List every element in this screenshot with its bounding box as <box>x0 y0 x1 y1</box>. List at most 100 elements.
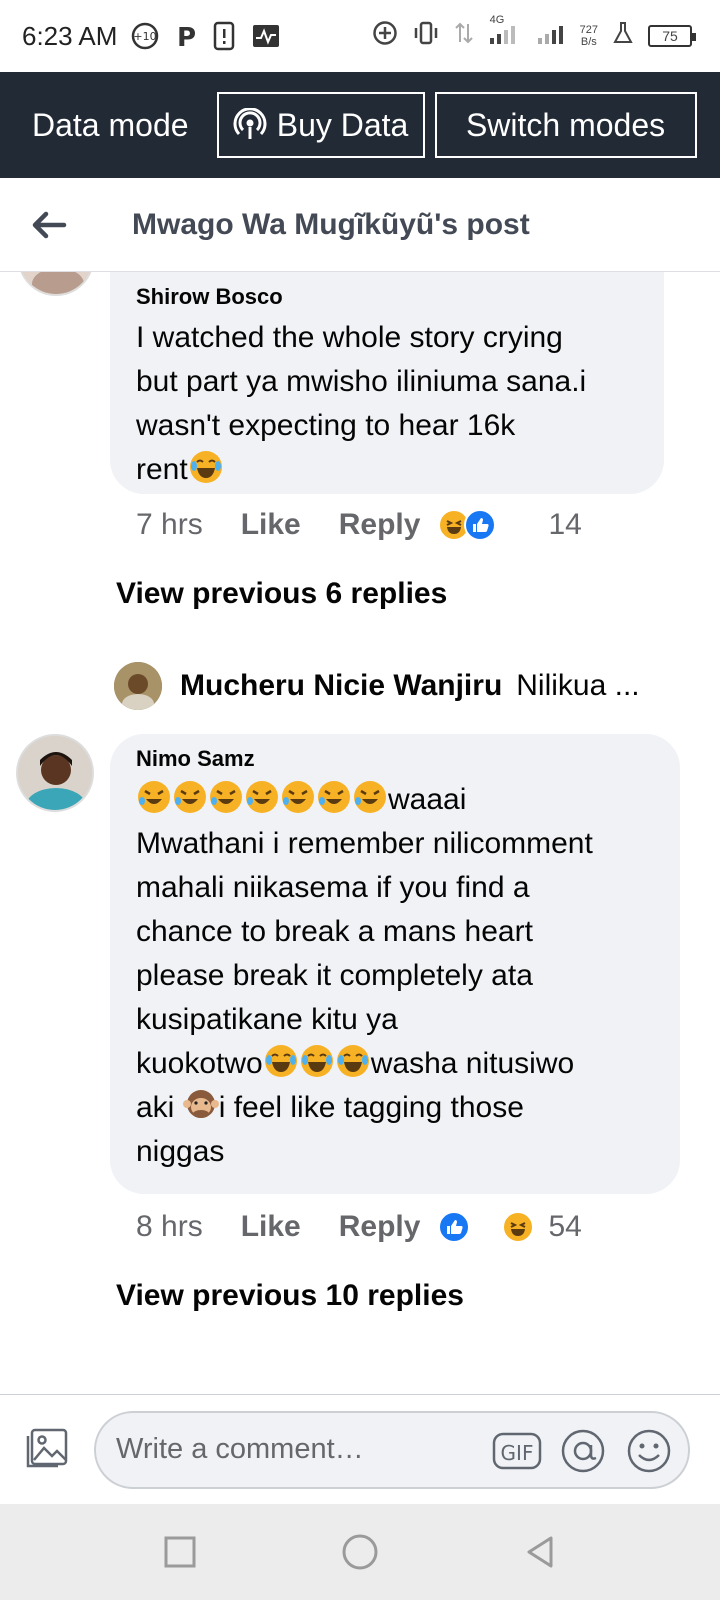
comment-bubble[interactable]: Nimo Samz waaai Mwathani i remember nilic… <box>110 734 680 1194</box>
comment-text: waaai Mwathani i remember nilicomment maha… <box>136 778 654 1174</box>
reply-preview[interactable]: Mucheru Nicie Wanjiru Nilikua ... <box>114 662 640 710</box>
comment-actions: 7 hrs Like Reply 14 <box>136 508 582 542</box>
phone-alert-icon <box>213 21 235 51</box>
comment-line: but part ya mwisho iliniuma sana.i <box>136 365 587 398</box>
rofl-emoji-icon <box>282 781 314 813</box>
comment-actions: 8 hrs Like Reply 54 <box>136 1210 582 1244</box>
buy-data-label: Buy Data <box>276 106 409 143</box>
network-speed: 727 B/s <box>580 24 598 48</box>
data-transfer-icon <box>454 20 474 53</box>
activity-icon <box>251 22 281 50</box>
plus-ten-icon: +10 <box>131 22 159 50</box>
home-button[interactable] <box>340 1532 380 1572</box>
joy-emoji-icon <box>300 1045 333 1077</box>
triangle-back-icon <box>527 1536 553 1568</box>
comment-composer: GIF <box>0 1394 720 1504</box>
system-nav-bar <box>0 1504 720 1600</box>
comment-line: chance to break a mans heart <box>136 915 533 948</box>
reply-button[interactable]: Reply <box>339 1210 421 1244</box>
comment-line: kusipatikane kitu ya <box>136 1003 398 1036</box>
emoji-picker-icon[interactable] <box>624 1426 674 1476</box>
rofl-emoji-icon <box>318 781 350 813</box>
rofl-emoji-icon <box>210 781 242 813</box>
broadcast-icon <box>233 108 267 139</box>
battery-indicator: 75 <box>648 25 696 47</box>
avatar[interactable] <box>16 734 94 812</box>
data-saver-icon <box>372 20 398 53</box>
like-button[interactable]: Like <box>241 1210 301 1244</box>
network-type: 4G <box>489 13 505 26</box>
view-previous-replies[interactable]: View previous 6 replies <box>116 577 447 611</box>
comment-line: I watched the whole story crying <box>136 321 563 354</box>
gif-icon[interactable]: GIF <box>492 1426 542 1476</box>
avatar[interactable] <box>114 662 162 710</box>
avatar[interactable] <box>18 272 94 296</box>
switch-modes-label: Switch modes <box>465 106 666 143</box>
svg-text:+10: +10 <box>134 30 157 43</box>
comment-time[interactable]: 7 hrs <box>136 508 203 542</box>
buy-data-button[interactable]: Buy Data <box>216 92 425 158</box>
commenter-name[interactable]: Shirow Bosco <box>136 284 638 310</box>
haha-reaction-icon <box>502 1211 535 1243</box>
data-mode-label: Data mode <box>32 106 189 143</box>
reply-snippet: Nilikua ... <box>516 669 640 702</box>
rofl-emoji-icon <box>246 781 278 813</box>
comment-text: I watched the whole story crying but part… <box>136 316 638 492</box>
comment-line: aki <box>136 1091 183 1124</box>
status-time: 6:23 AM <box>22 20 118 51</box>
comment-line: niggas <box>136 1135 225 1168</box>
switch-modes-button[interactable]: Switch modes <box>434 92 697 158</box>
mention-icon[interactable] <box>558 1426 608 1476</box>
comment-line: waaai <box>388 783 467 816</box>
like-reaction-icon <box>438 1211 471 1243</box>
reply-author-name[interactable]: Mucheru Nicie Wanjiru <box>180 669 502 703</box>
like-reaction-icon <box>464 509 497 541</box>
network-speed-value: 727 <box>579 24 598 36</box>
gif-label: GIF <box>501 1441 534 1465</box>
back-arrow-icon[interactable] <box>28 205 68 245</box>
comment-line: washa nitusiwo <box>370 1047 575 1080</box>
parking-icon: P <box>175 22 197 50</box>
page-title: Mwago Wa Mugĩkũyũ's post <box>132 207 530 241</box>
data-mode-bar: Data mode Buy Data Switch modes <box>0 72 720 178</box>
comment-input-container[interactable]: GIF <box>94 1410 690 1489</box>
comment-line: Mwathani i remember nilicomment <box>136 827 593 860</box>
comment-line: wasn't expecting to hear 16k <box>136 409 516 442</box>
emoji-row <box>136 781 388 816</box>
joy-emoji-icon <box>189 451 222 483</box>
rofl-emoji-icon <box>174 781 206 813</box>
view-previous-replies[interactable]: View previous 10 replies <box>116 1279 464 1313</box>
signal-icon-2 <box>536 20 566 53</box>
network-speed-unit: B/s <box>580 36 597 48</box>
flask-icon <box>612 20 634 53</box>
comment-line: i feel like tagging those <box>218 1091 524 1124</box>
photo-icon[interactable] <box>20 1424 72 1476</box>
comment-line: mahali niikasema if you find a <box>136 871 530 904</box>
svg-text:P: P <box>177 23 196 50</box>
joy-emoji-icon <box>264 1045 297 1077</box>
reactions[interactable] <box>438 509 534 541</box>
reaction-count[interactable]: 14 <box>548 508 581 542</box>
circle-icon <box>342 1534 378 1570</box>
comment-time[interactable]: 8 hrs <box>136 1210 203 1244</box>
comment-line: kuokotwo <box>136 1047 263 1080</box>
comments-list[interactable]: Shirow Bosco I watched the whole story c… <box>0 272 720 1394</box>
back-button[interactable] <box>520 1532 560 1572</box>
speak-no-evil-monkey-icon <box>182 1090 219 1118</box>
rofl-emoji-icon <box>138 781 170 813</box>
reply-button[interactable]: Reply <box>339 508 421 542</box>
status-bar: 6:23 AM +10 P 4G 727 B/s 75 <box>0 0 720 72</box>
comment-bubble[interactable]: Shirow Bosco I watched the whole story c… <box>110 272 664 494</box>
like-button[interactable]: Like <box>241 508 301 542</box>
recents-button[interactable] <box>160 1532 200 1572</box>
square-icon <box>164 1536 196 1568</box>
comment-input[interactable] <box>116 1433 476 1466</box>
rofl-emoji-icon <box>354 781 386 813</box>
reactions[interactable] <box>438 1211 535 1243</box>
post-header: Mwago Wa Mugĩkũyũ's post <box>0 178 720 272</box>
comment-line: rent <box>136 453 188 486</box>
reaction-count[interactable]: 54 <box>548 1210 581 1244</box>
vibrate-icon <box>412 20 440 53</box>
commenter-name[interactable]: Nimo Samz <box>136 746 654 772</box>
battery-level: 75 <box>662 28 678 44</box>
